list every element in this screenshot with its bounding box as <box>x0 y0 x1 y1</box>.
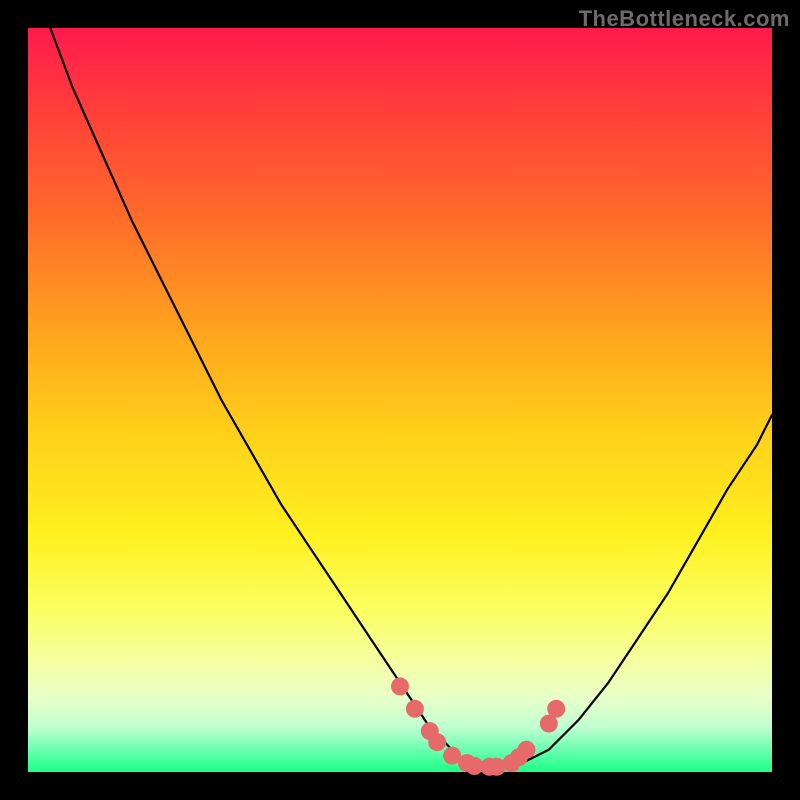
sample-dot <box>391 677 409 695</box>
bottleneck-chart <box>28 28 772 772</box>
sample-dots <box>391 677 565 775</box>
bottleneck-curve <box>50 28 772 768</box>
sample-dot <box>428 733 446 751</box>
sample-dot <box>547 700 565 718</box>
watermark-text: TheBottleneck.com <box>579 6 790 32</box>
sample-dot <box>518 741 536 759</box>
sample-dot <box>406 700 424 718</box>
